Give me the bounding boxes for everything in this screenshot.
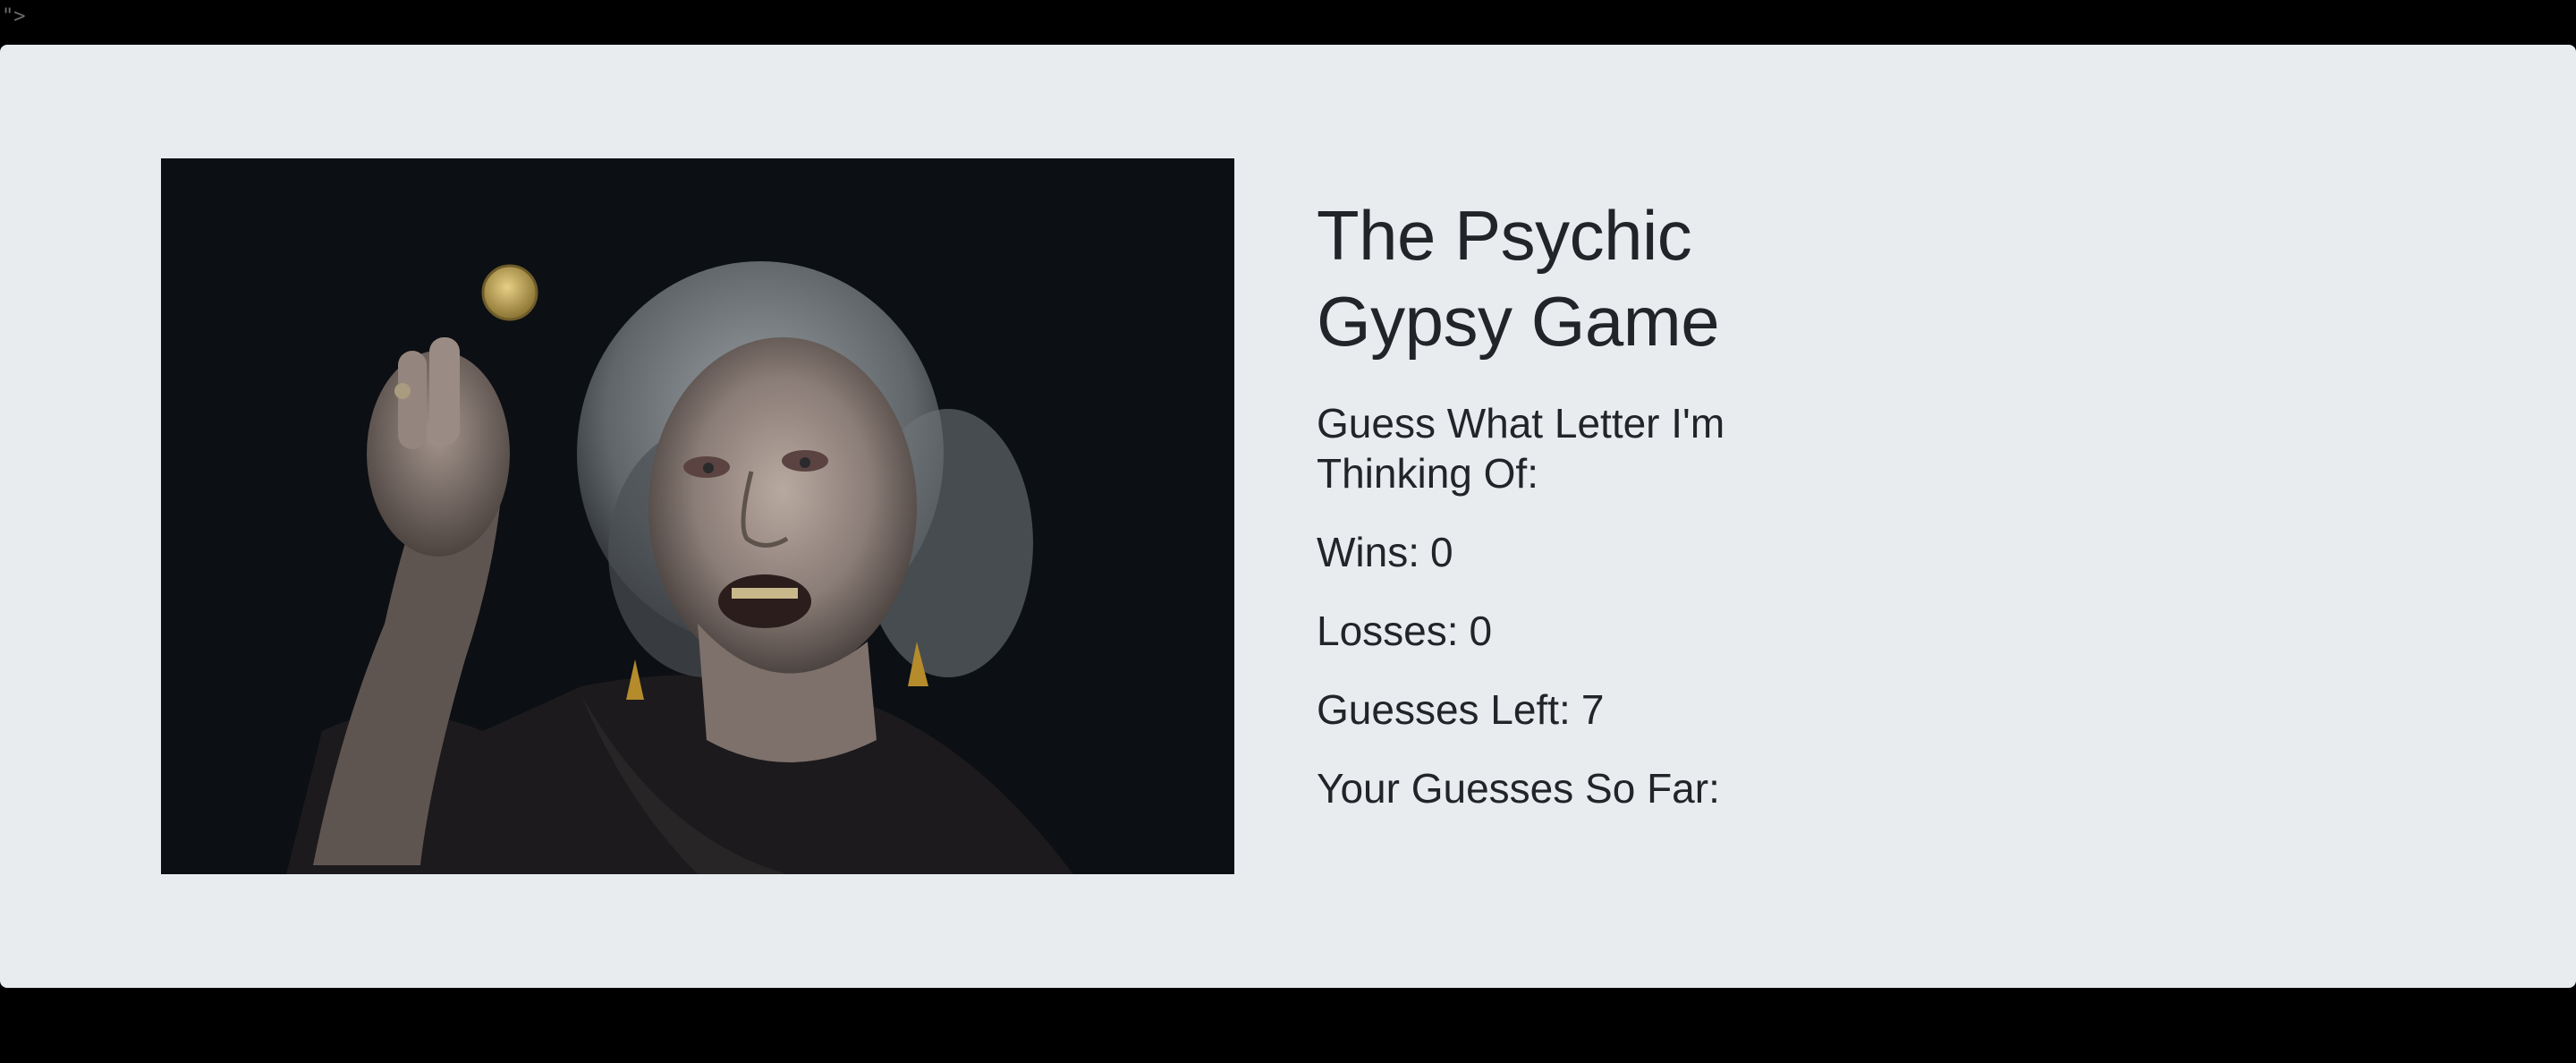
guesses-so-far-stat: Your Guesses So Far: xyxy=(1317,763,1818,813)
guesses-left-value: 7 xyxy=(1580,686,1605,733)
game-info: The Psychic Gypsy Game Guess What Letter… xyxy=(1317,192,1818,813)
wins-label: Wins: xyxy=(1317,529,1419,575)
losses-stat: Losses: 0 xyxy=(1317,606,1818,656)
game-panel: The Psychic Gypsy Game Guess What Letter… xyxy=(0,45,2576,988)
losses-label: Losses: xyxy=(1317,608,1459,654)
guesses-so-far-label: Your Guesses So Far: xyxy=(1317,765,1720,812)
page-title: The Psychic Gypsy Game xyxy=(1317,196,1720,361)
gypsy-photo xyxy=(161,158,1234,874)
guesses-left-stat: Guesses Left: 7 xyxy=(1317,685,1818,735)
wins-value: 0 xyxy=(1430,529,1453,575)
stray-text: "> xyxy=(2,5,26,28)
losses-value: 0 xyxy=(1469,608,1493,654)
guesses-left-label: Guesses Left: xyxy=(1317,686,1571,733)
wins-stat: Wins: 0 xyxy=(1317,527,1818,577)
game-prompt: Guess What Letter I'm Thinking Of: xyxy=(1317,400,1725,497)
